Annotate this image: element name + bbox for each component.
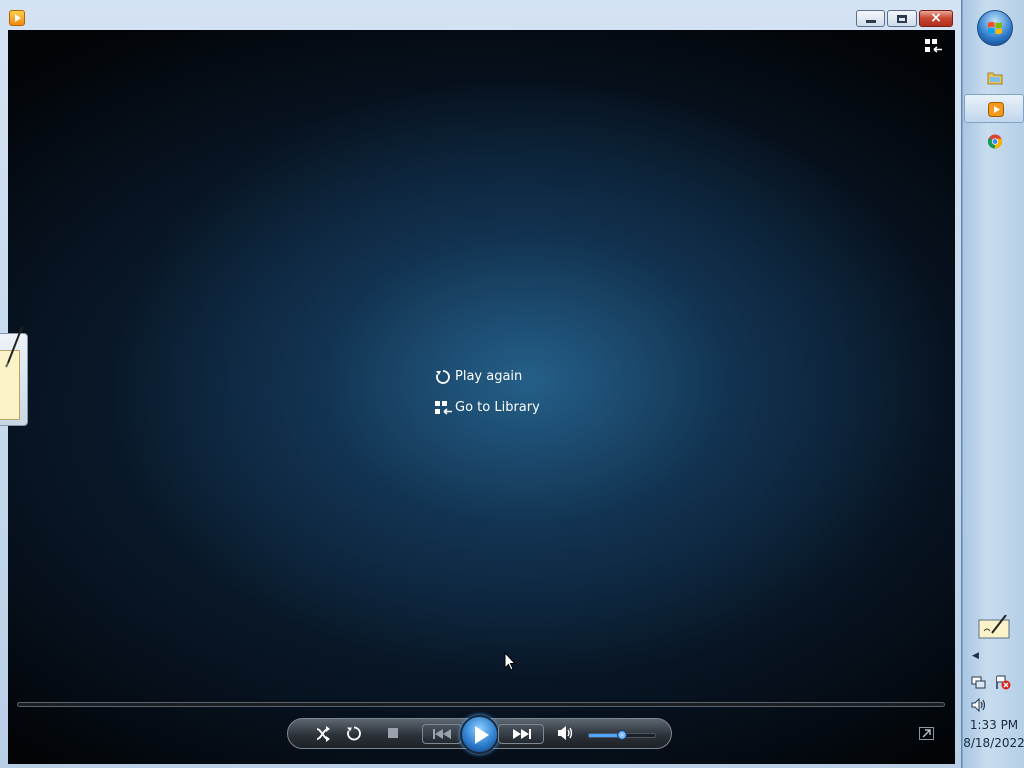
chrome-icon: [987, 134, 1003, 149]
close-button[interactable]: ×: [919, 10, 953, 27]
notepad-window-fragment[interactable]: [0, 326, 28, 426]
repeat-button[interactable]: [346, 719, 362, 748]
clock-date[interactable]: 8/18/2022: [963, 736, 1024, 750]
action-center-warning-icon[interactable]: [995, 675, 1011, 690]
volume-slider-thumb[interactable]: [617, 730, 627, 740]
go-to-library-label: Go to Library: [455, 400, 540, 415]
taskbar-media-player-button[interactable]: [964, 94, 1024, 123]
minimize-icon: [866, 20, 876, 23]
previous-button[interactable]: [422, 724, 462, 744]
title-bar[interactable]: ×: [0, 0, 962, 30]
show-hidden-icons-icon[interactable]: ◀: [972, 651, 979, 661]
shuffle-button[interactable]: [315, 719, 331, 748]
network-icon[interactable]: [971, 675, 986, 690]
replay-icon: [436, 370, 450, 384]
play-again-link[interactable]: Play again: [426, 366, 576, 388]
video-area[interactable]: Play again Go to Library: [8, 30, 955, 764]
media-player-window: × Play again Go to Library: [0, 0, 962, 768]
next-button[interactable]: [498, 724, 544, 744]
previous-icon: [433, 729, 451, 739]
shuffle-icon: [316, 726, 330, 742]
switch-to-library-icon[interactable]: [925, 39, 943, 53]
next-icon: [513, 729, 531, 739]
windows-logo-icon: [988, 21, 1002, 35]
repeat-icon: [347, 726, 361, 741]
start-button[interactable]: [977, 10, 1013, 46]
seek-bar[interactable]: [17, 702, 945, 707]
playback-controls: [287, 715, 672, 754]
library-icon: [435, 401, 452, 415]
play-button[interactable]: [460, 715, 499, 754]
pen-icon: [5, 326, 23, 368]
volume-slider[interactable]: [588, 730, 656, 740]
go-to-library-link[interactable]: Go to Library: [426, 397, 576, 419]
play-again-label: Play again: [455, 369, 523, 384]
stop-icon: [388, 728, 398, 738]
fullscreen-icon[interactable]: [919, 727, 934, 740]
mute-button[interactable]: [556, 719, 574, 748]
clock-time[interactable]: 1:33 PM: [963, 718, 1024, 732]
taskbar-chrome-button[interactable]: [964, 127, 1024, 156]
maximize-icon: [897, 15, 907, 23]
windows-media-player-icon: [988, 102, 1004, 117]
mouse-cursor-icon: [504, 652, 516, 671]
close-icon: ×: [930, 10, 942, 26]
volume-tray-icon[interactable]: [971, 698, 987, 712]
media-player-app-icon[interactable]: [9, 10, 25, 26]
stop-button[interactable]: [386, 719, 400, 748]
windows-explorer-icon: [987, 72, 1003, 85]
volume-icon: [558, 726, 573, 740]
taskbar-explorer-button[interactable]: [964, 63, 1024, 92]
notepad-tray-icon[interactable]: [978, 615, 1010, 639]
minimize-button[interactable]: [856, 10, 885, 27]
taskbar: ◀ 1:33 PM 8/18/2022: [962, 0, 1024, 768]
maximize-button[interactable]: [887, 10, 917, 27]
